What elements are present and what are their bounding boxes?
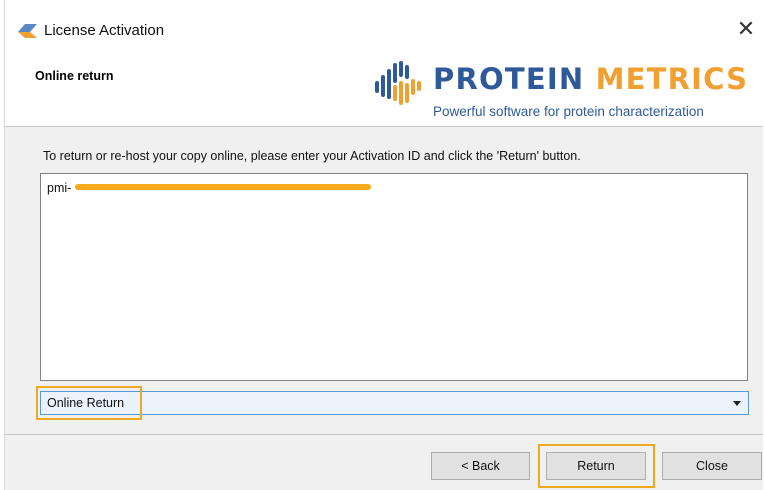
protein-metrics-logo: PROTEIN METRICS Powerful software for pr… <box>373 56 763 124</box>
logo-word-metrics: METRICS <box>595 62 749 96</box>
redaction-mark <box>75 184 371 190</box>
chevron-down-icon[interactable] <box>733 401 741 406</box>
back-button[interactable]: < Back <box>431 452 530 480</box>
instruction-text: To return or re-host your copy online, p… <box>43 149 581 163</box>
footer-separator <box>5 434 763 435</box>
return-method-select[interactable]: Online Return <box>40 391 749 415</box>
logo-tagline: Powerful software for protein characteri… <box>433 104 704 119</box>
title-bar: License Activation ✕ <box>5 0 763 56</box>
logo-wordmark: PROTEIN METRICS <box>433 62 748 96</box>
return-method-value: Online Return <box>47 396 125 410</box>
header-band: Online return PROTEIN METRICS Powerful s… <box>5 56 763 127</box>
license-key-icon <box>18 24 37 38</box>
activation-id-textarea[interactable]: pmi- <box>40 173 748 381</box>
license-activation-dialog: License Activation ✕ Online return PROTE… <box>4 0 763 490</box>
section-title: Online return <box>35 69 114 83</box>
window-title: License Activation <box>44 22 165 39</box>
logo-word-protein: PROTEIN <box>433 62 585 96</box>
logo-mark-icon <box>375 61 421 105</box>
close-button[interactable]: Close <box>662 452 762 480</box>
close-icon[interactable]: ✕ <box>735 18 757 40</box>
return-button[interactable]: Return <box>546 452 646 480</box>
activation-id-value: pmi- <box>47 181 72 195</box>
